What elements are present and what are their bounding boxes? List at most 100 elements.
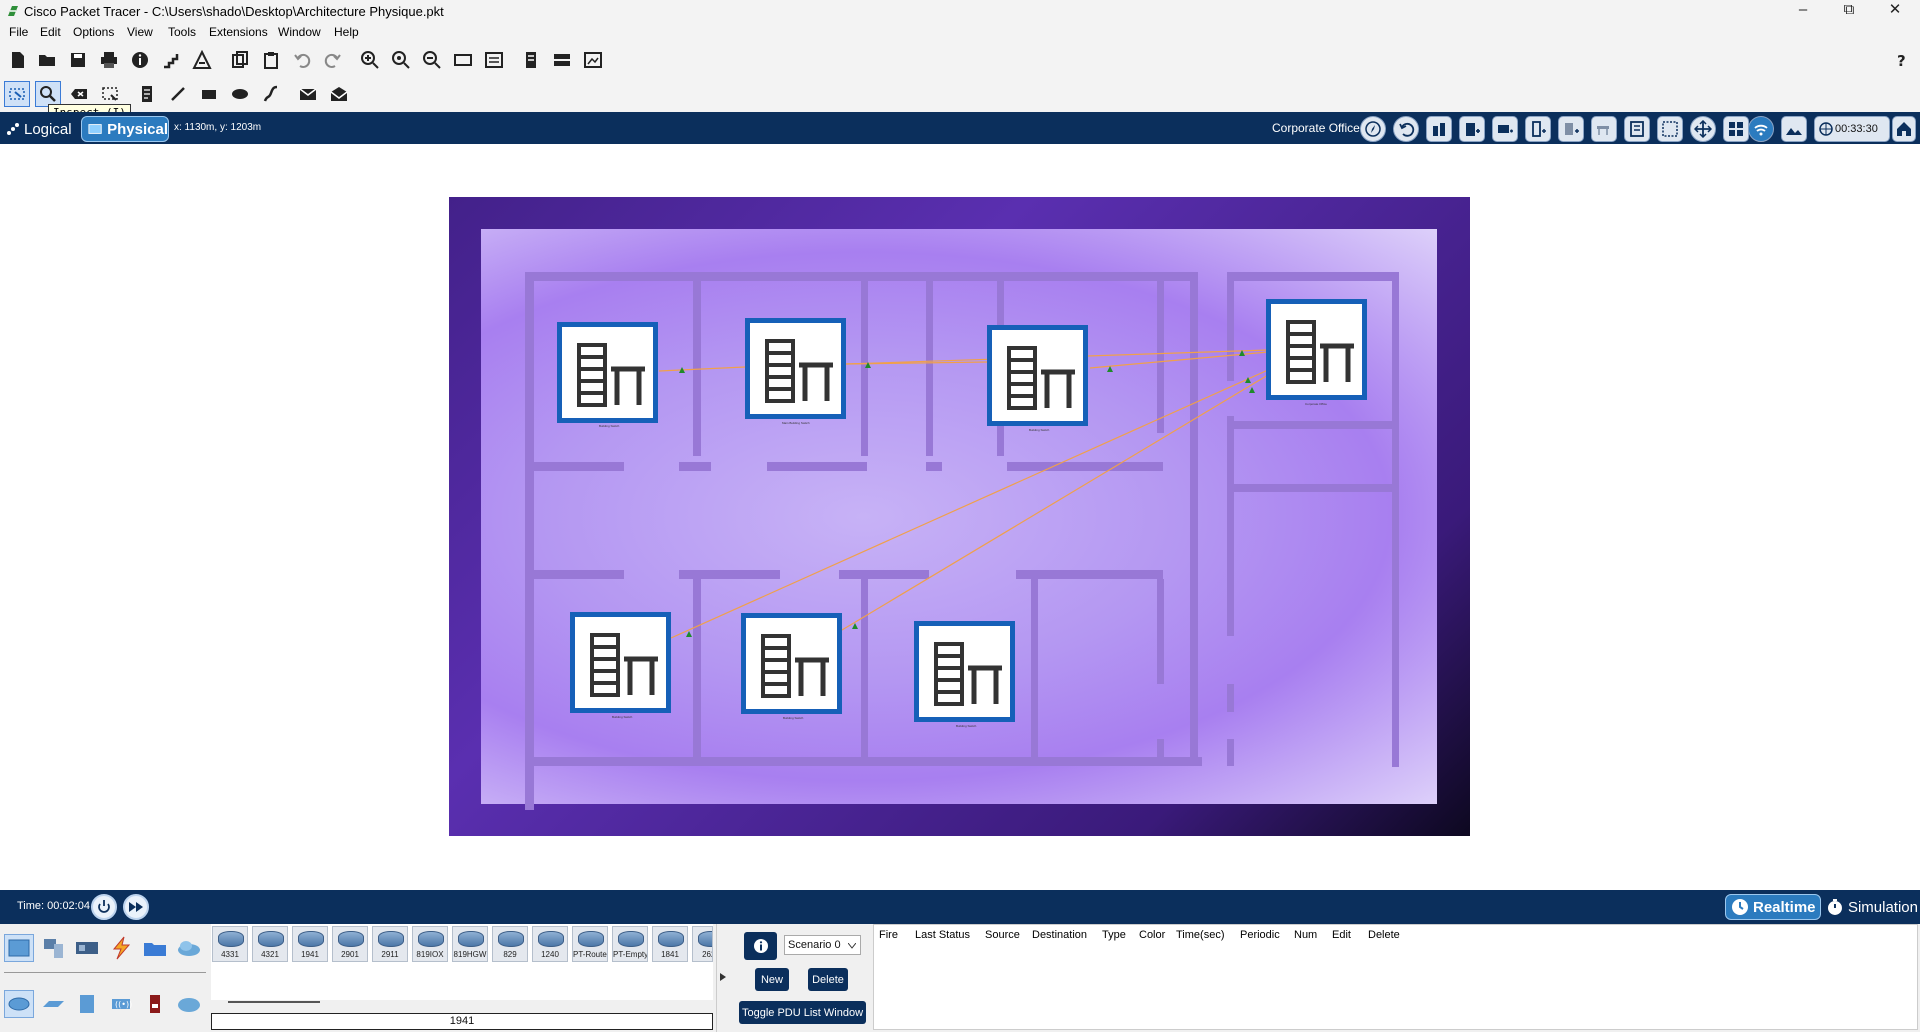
- select-tool-icon[interactable]: [4, 81, 30, 107]
- new-closet-icon[interactable]: [1492, 116, 1518, 142]
- device-tile[interactable]: 819HGW: [452, 926, 488, 962]
- draw-rectangle-icon[interactable]: [196, 81, 222, 107]
- room-4[interactable]: [1266, 299, 1367, 400]
- place-note-icon[interactable]: [134, 81, 160, 107]
- device-tile[interactable]: 2620: [692, 926, 713, 962]
- menu-extensions[interactable]: Extensions: [209, 25, 268, 39]
- minimize-button[interactable]: –: [1780, 0, 1826, 22]
- workspace-list-icon[interactable]: [518, 47, 544, 73]
- fast-forward-button[interactable]: [123, 894, 149, 920]
- grid-icon[interactable]: [1657, 116, 1683, 142]
- category-connections-icon[interactable]: [106, 934, 136, 962]
- category-miscellaneous-icon[interactable]: [140, 934, 170, 962]
- subcategory-switches-icon[interactable]: [38, 990, 68, 1018]
- device-tile[interactable]: 2911: [372, 926, 408, 962]
- panel-splitter[interactable]: [716, 924, 729, 1032]
- device-tile[interactable]: 819IOX: [412, 926, 448, 962]
- navigation-compass-icon[interactable]: [1360, 116, 1386, 142]
- move-object-icon[interactable]: [1690, 116, 1716, 142]
- new-scenario-button[interactable]: New: [755, 968, 789, 991]
- drawing-palette-icon[interactable]: [450, 47, 476, 73]
- device-list-scrollbar[interactable]: [228, 1001, 320, 1003]
- save-icon[interactable]: [65, 47, 91, 73]
- screenshot-icon[interactable]: [580, 47, 606, 73]
- device-tile[interactable]: PT-Empty: [612, 926, 648, 962]
- menu-help[interactable]: Help: [334, 25, 359, 39]
- subcategory-routers-icon[interactable]: [4, 990, 34, 1018]
- scenario-select[interactable]: Scenario 0: [784, 935, 861, 955]
- network-info-icon[interactable]: [158, 47, 184, 73]
- menu-options[interactable]: Options: [73, 25, 114, 39]
- home-icon[interactable]: [1892, 116, 1916, 142]
- menu-file[interactable]: File: [9, 25, 28, 39]
- tile-view-icon[interactable]: [1723, 116, 1749, 142]
- undo-icon[interactable]: [289, 47, 315, 73]
- draw-line-icon[interactable]: [165, 81, 191, 107]
- new-shelf-icon[interactable]: [1558, 116, 1584, 142]
- room-5[interactable]: [570, 612, 671, 713]
- new-city-icon[interactable]: [1426, 116, 1452, 142]
- new-table-icon[interactable]: [1591, 116, 1617, 142]
- device-tile-label: 819IOX: [416, 950, 444, 959]
- background-image-icon[interactable]: [1781, 116, 1807, 142]
- subcategory-security-icon[interactable]: [140, 990, 170, 1018]
- tab-logical[interactable]: Logical: [2, 117, 76, 141]
- scenario-info-button[interactable]: [744, 932, 777, 960]
- device-tile[interactable]: 1941: [292, 926, 328, 962]
- custom-devices-icon[interactable]: [481, 47, 507, 73]
- room-6[interactable]: [741, 613, 842, 714]
- device-tile[interactable]: 4331: [212, 926, 248, 962]
- delete-scenario-button[interactable]: Delete: [808, 968, 848, 991]
- room-7[interactable]: [914, 621, 1015, 722]
- info-icon[interactable]: [127, 47, 153, 73]
- toggle-pdu-list-button[interactable]: Toggle PDU List Window: [739, 1001, 866, 1024]
- device-tile[interactable]: 1841: [652, 926, 688, 962]
- wiring-closet-icon[interactable]: [1624, 116, 1650, 142]
- subcategory-wireless-icon[interactable]: ((•)): [106, 990, 136, 1018]
- draw-ellipse-icon[interactable]: [227, 81, 253, 107]
- subcategory-hubs-icon[interactable]: [72, 990, 102, 1018]
- room-3[interactable]: [987, 325, 1088, 426]
- activity-wizard-icon[interactable]: [189, 47, 215, 73]
- complex-pdu-icon[interactable]: [326, 81, 352, 107]
- device-tile[interactable]: 4321: [252, 926, 288, 962]
- device-tile[interactable]: 829: [492, 926, 528, 962]
- restore-button[interactable]: ⧉: [1826, 0, 1872, 22]
- close-button[interactable]: ✕: [1872, 0, 1918, 22]
- menu-edit[interactable]: Edit: [40, 25, 61, 39]
- server-icon[interactable]: [549, 47, 575, 73]
- print-icon[interactable]: [96, 47, 122, 73]
- new-rack-icon[interactable]: [1525, 116, 1551, 142]
- paste-icon[interactable]: [258, 47, 284, 73]
- category-multiuser-icon[interactable]: [174, 934, 204, 962]
- menu-window[interactable]: Window: [278, 25, 321, 39]
- room-2[interactable]: [745, 318, 846, 419]
- device-tile[interactable]: PT-Router: [572, 926, 608, 962]
- room-1[interactable]: [557, 322, 658, 423]
- back-icon[interactable]: [1393, 116, 1419, 142]
- category-network-devices-icon[interactable]: [4, 934, 34, 962]
- category-end-devices-icon[interactable]: [38, 934, 68, 962]
- redo-icon[interactable]: [320, 47, 346, 73]
- new-file-icon[interactable]: [5, 47, 31, 73]
- category-components-icon[interactable]: [72, 934, 102, 962]
- device-tile[interactable]: 2901: [332, 926, 368, 962]
- simple-pdu-icon[interactable]: [295, 81, 321, 107]
- realtime-mode-button[interactable]: Realtime: [1725, 894, 1821, 920]
- zoom-reset-icon[interactable]: [388, 47, 414, 73]
- power-cycle-button[interactable]: [91, 894, 117, 920]
- menu-view[interactable]: View: [127, 25, 153, 39]
- freeform-icon[interactable]: [258, 81, 284, 107]
- open-folder-icon[interactable]: [34, 47, 60, 73]
- zoom-out-icon[interactable]: [419, 47, 445, 73]
- new-building-icon[interactable]: [1459, 116, 1485, 142]
- copy-icon[interactable]: [227, 47, 253, 73]
- zoom-in-icon[interactable]: [357, 47, 383, 73]
- menu-tools[interactable]: Tools: [168, 25, 196, 39]
- subcategory-wan-emulation-icon[interactable]: [174, 990, 204, 1018]
- help-icon[interactable]: ?: [1888, 47, 1914, 73]
- device-tile[interactable]: 1240: [532, 926, 568, 962]
- wireless-icon[interactable]: [1748, 116, 1774, 142]
- tab-physical[interactable]: Physical: [81, 116, 169, 142]
- simulation-mode-button[interactable]: Simulation: [1822, 894, 1918, 920]
